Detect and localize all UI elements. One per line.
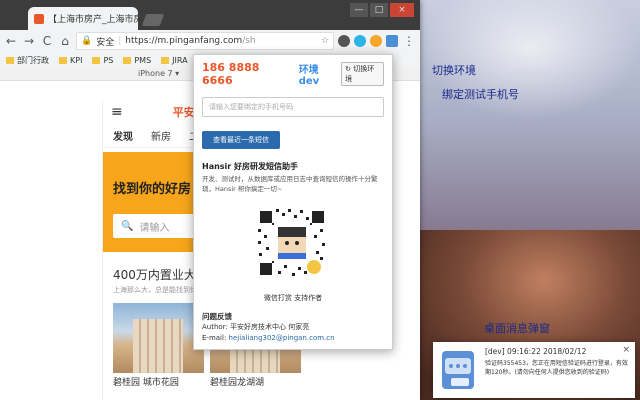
helper-title: Hansir 好房研发短信助手 <box>202 162 299 171</box>
bookmark-item[interactable]: KPI <box>59 56 82 65</box>
feedback-section: 问题反馈 Author: 平安好房技术中心 何家亮 E-mail: hejial… <box>202 311 335 344</box>
qr-caption: 微信打赏 支持作者 <box>263 294 323 302</box>
browser-toolbar: ← → C ⌂ 🔒 安全 | https://m.pinganfang.com /… <box>0 30 420 52</box>
forward-button[interactable]: → <box>22 34 36 48</box>
popup-header: 186 8888 6666 环境 dev ↻ 切换环境 <box>194 55 392 87</box>
url-host: https://m.pinganfang.com <box>125 36 243 46</box>
folder-icon <box>6 56 14 64</box>
nav-item-discover[interactable]: 发现 <box>113 128 133 143</box>
chat-bubble-icon <box>442 351 474 389</box>
home-button[interactable]: ⌂ <box>58 34 72 48</box>
extension-icon-2[interactable] <box>354 35 366 47</box>
desktop-notification[interactable]: [dev] 09:16:22 2018/02/12 × 验证码355453，您正… <box>433 342 635 398</box>
notification-header: [dev] 09:16:22 2018/02/12 <box>485 347 587 356</box>
brand-logo: 平安 <box>172 106 195 119</box>
bookmark-item[interactable]: PMS <box>123 56 151 65</box>
menu-dots-icon[interactable]: ⋮ <box>402 34 416 48</box>
bookmark-item[interactable]: 部门行政 <box>6 55 49 66</box>
house-image[interactable] <box>113 303 204 373</box>
bound-phone-number: 186 8888 6666 <box>202 61 260 87</box>
nav-item-new-house[interactable]: 新房 <box>151 128 171 143</box>
annotation-switch-env: 切换环境 <box>432 64 476 77</box>
star-icon[interactable]: ☆ <box>321 36 329 46</box>
device-select[interactable]: iPhone 7 ▾ <box>138 69 179 78</box>
notification-close-icon[interactable]: × <box>622 345 630 355</box>
url-divider: | <box>118 36 122 46</box>
extension-popup: 186 8888 6666 环境 dev ↻ 切换环境 请输入您要绑定的手机号码… <box>193 54 393 350</box>
house-name[interactable]: 碧桂园 城市花园 <box>113 375 204 388</box>
phone-input[interactable]: 请输入您要绑定的手机号码 <box>202 97 384 117</box>
view-latest-sms-button[interactable]: 查看最近一条短信 <box>202 131 280 149</box>
tab-bar: 【上海市房产_上海市房 × — □ × <box>0 0 420 30</box>
favicon-icon <box>34 13 44 24</box>
wechat-qr-code <box>254 205 330 281</box>
desktop-cloud <box>420 0 640 120</box>
tab-title: 【上海市房产_上海市房 <box>48 15 138 25</box>
annotation-desktop-notice: 桌面消息弹窗 <box>484 322 550 335</box>
window-controls: — □ × <box>350 3 414 17</box>
bookmark-item[interactable]: JIRA <box>161 56 188 65</box>
switch-env-button[interactable]: ↻ 切换环境 <box>341 62 384 86</box>
secure-label: 安全 <box>96 37 115 48</box>
folder-icon <box>123 56 132 64</box>
search-icon: 🔍 <box>121 220 134 232</box>
extension-icon-1[interactable] <box>338 35 350 47</box>
lock-icon: 🔒 <box>81 36 93 46</box>
maximize-button[interactable]: □ <box>370 3 388 17</box>
environment-label: 环境 dev <box>298 65 320 87</box>
house-name[interactable]: 碧桂园龙湖湖 <box>210 375 301 388</box>
reload-button[interactable]: C <box>40 34 54 48</box>
folder-icon <box>92 56 101 64</box>
back-button[interactable]: ← <box>4 34 18 48</box>
browser-tab[interactable]: 【上海市房产_上海市房 × <box>28 7 138 30</box>
author-info: Author: 平安好房技术中心 何家亮 <box>202 323 310 331</box>
feedback-title: 问题反馈 <box>202 312 232 321</box>
annotation-bind-phone: 绑定测试手机号 <box>442 88 519 101</box>
address-bar[interactable]: 🔒 安全 | https://m.pinganfang.com/sh ☆ <box>76 32 334 50</box>
hamburger-menu-icon[interactable]: ≡ <box>111 104 123 120</box>
notification-body: 验证码355453，您正在用短信验证码进行登录，有效期120秒。(请勿向任何人提… <box>485 360 628 376</box>
email-link[interactable]: hejialiang302@pingan.com.cn <box>229 334 335 342</box>
email-row: E-mail: hejialiang302@pingan.com.cn <box>202 334 335 342</box>
extension-icon-3[interactable] <box>370 35 382 47</box>
browser-window: 【上海市房产_上海市房 × — □ × ← → C ⌂ 🔒 安全 | https… <box>0 0 420 400</box>
folder-icon <box>59 56 67 64</box>
search-placeholder: 请输入 <box>139 222 170 234</box>
close-window-button[interactable]: × <box>390 3 414 17</box>
refresh-icon: ↻ <box>345 65 352 73</box>
hero-title: 找到你的好房 <box>113 182 192 197</box>
minimize-button[interactable]: — <box>350 3 368 17</box>
folder-icon <box>161 56 170 64</box>
house-names: 碧桂园 城市花园 碧桂园龙湖湖 <box>103 373 311 390</box>
new-tab-button[interactable] <box>141 14 165 26</box>
bookmark-item[interactable]: PS <box>92 56 113 65</box>
hansir-extension-icon[interactable] <box>386 35 398 47</box>
url-path: /sh <box>242 36 256 46</box>
helper-description: 开发、测试时，从数据库或应用日志中查询短信的操作十分繁琐，Hansir 帮你搞定… <box>202 175 378 193</box>
